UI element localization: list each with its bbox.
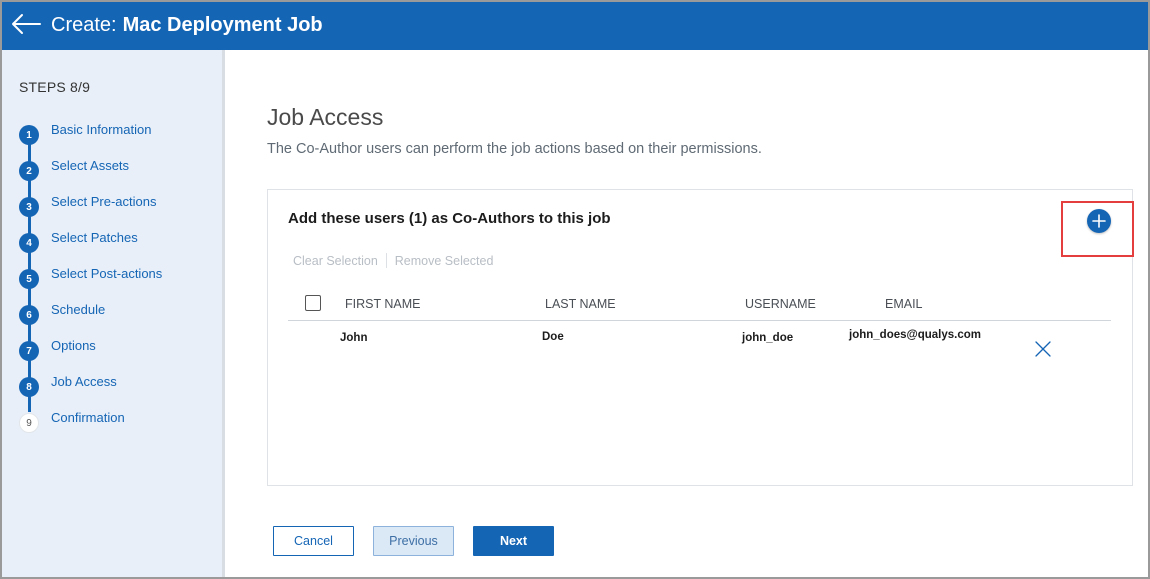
table-row: John Doe john_doe john_does@qualys.com bbox=[288, 322, 1111, 362]
cell-last-name: Doe bbox=[542, 331, 564, 343]
cell-first-name: John bbox=[340, 332, 368, 344]
step-select-pre-actions[interactable]: 3 Select Pre-actions bbox=[19, 193, 157, 217]
previous-button[interactable]: Previous bbox=[373, 526, 454, 556]
app-window: Create: Mac Deployment Job STEPS 8/9 1 Ba… bbox=[0, 0, 1150, 579]
step-basic-information[interactable]: 1 Basic Information bbox=[19, 121, 152, 145]
actions-divider bbox=[385, 253, 387, 268]
step-label: Options bbox=[51, 337, 96, 353]
cancel-button[interactable]: Cancel bbox=[273, 526, 354, 556]
plus-circle-icon bbox=[1092, 214, 1106, 228]
step-select-assets[interactable]: 2 Select Assets bbox=[19, 157, 130, 181]
step-number: 6 bbox=[19, 305, 39, 325]
co-authors-card-title: Add these users (1) as Co-Authors to thi… bbox=[288, 210, 611, 227]
add-co-author-button[interactable] bbox=[1087, 209, 1111, 233]
arrow-left-icon[interactable] bbox=[10, 12, 42, 36]
step-label: Confirmation bbox=[51, 409, 125, 425]
step-label: Job Access bbox=[51, 373, 117, 389]
step-label: Select Assets bbox=[51, 157, 130, 173]
step-label: Schedule bbox=[51, 301, 106, 317]
step-number: 4 bbox=[19, 233, 39, 253]
step-confirmation[interactable]: 9 Confirmation bbox=[19, 409, 125, 433]
column-first-name[interactable]: FIRST NAME bbox=[345, 297, 420, 311]
header-bar: Create: Mac Deployment Job bbox=[2, 2, 1148, 50]
step-number: 1 bbox=[19, 125, 39, 145]
step-select-patches[interactable]: 4 Select Patches bbox=[19, 229, 138, 253]
table-header: FIRST NAME LAST NAME USERNAME EMAIL bbox=[288, 293, 1111, 321]
header-title-prefix: Create: bbox=[51, 14, 117, 36]
step-number: 7 bbox=[19, 341, 39, 361]
main-content: Job Access The Co-Author users can perfo… bbox=[228, 50, 1148, 577]
page-title: Job Access bbox=[267, 104, 384, 130]
step-number: 9 bbox=[19, 413, 39, 433]
header-job-name: Mac Deployment Job bbox=[122, 14, 323, 36]
cell-email: john_does@qualys.com bbox=[849, 329, 981, 341]
bulk-actions: Clear Selection Remove Selected bbox=[293, 253, 493, 268]
column-username[interactable]: USERNAME bbox=[745, 297, 816, 311]
co-authors-card: Add these users (1) as Co-Authors to thi… bbox=[267, 189, 1134, 486]
step-number: 5 bbox=[19, 269, 39, 289]
column-email[interactable]: EMAIL bbox=[885, 297, 923, 311]
step-number: 8 bbox=[19, 377, 39, 397]
select-all-checkbox[interactable] bbox=[305, 295, 321, 311]
remove-selected-link[interactable]: Remove Selected bbox=[395, 254, 494, 268]
step-label: Select Patches bbox=[51, 229, 138, 245]
next-button[interactable]: Next bbox=[473, 526, 554, 556]
step-number: 3 bbox=[19, 197, 39, 217]
step-select-post-actions[interactable]: 5 Select Post-actions bbox=[19, 265, 163, 289]
clear-selection-link[interactable]: Clear Selection bbox=[293, 254, 378, 268]
cell-username: john_doe bbox=[742, 332, 794, 344]
step-label: Select Post-actions bbox=[51, 265, 163, 281]
column-last-name[interactable]: LAST NAME bbox=[545, 297, 616, 311]
page-description: The Co-Author users can perform the job … bbox=[267, 141, 762, 157]
steps-sidebar: STEPS 8/9 1 Basic Information 2 Select A… bbox=[2, 50, 225, 577]
steps-progress-label: STEPS 8/9 bbox=[19, 79, 91, 95]
close-icon[interactable] bbox=[1034, 340, 1052, 358]
step-schedule[interactable]: 6 Schedule bbox=[19, 301, 106, 325]
step-number: 2 bbox=[19, 161, 39, 181]
step-label: Select Pre-actions bbox=[51, 193, 157, 209]
step-options[interactable]: 7 Options bbox=[19, 337, 96, 361]
step-label: Basic Information bbox=[51, 121, 152, 137]
step-job-access[interactable]: 8 Job Access bbox=[19, 373, 117, 397]
page-header-title: Create: Mac Deployment Job bbox=[51, 14, 323, 37]
